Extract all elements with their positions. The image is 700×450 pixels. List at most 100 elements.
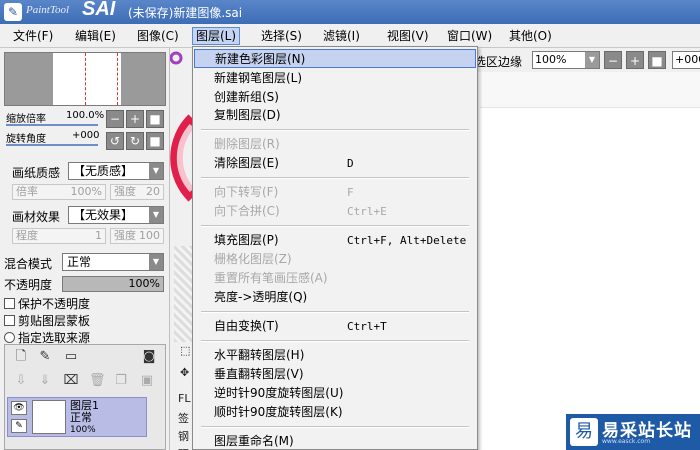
menu-item-label: 向下转写(F) [214,185,279,199]
menu-image[interactable]: 图像(C) [134,27,182,45]
menu-item-reset-pressure[interactable]: 重置所有笔画压感(A) [194,269,476,288]
menu-select[interactable]: 选择(S) [258,27,305,45]
duplicate-layer-icon[interactable]: ❐ [113,373,129,389]
menu-item-new-color-layer[interactable]: 新建色彩图层(N) [194,49,476,68]
menu-item-label: 填充图层(P) [214,233,279,247]
canvas[interactable] [480,72,700,450]
menu-edit[interactable]: 编辑(E) [72,27,119,45]
menu-view[interactable]: 视图(V) [384,27,432,45]
menu-item-rotate-cw[interactable]: 顺时针90度旋转图层(K) [194,403,476,422]
zoom-select-value: 100% [535,53,567,66]
rotate-value: +000 [72,130,100,141]
rasterize-layer-icon[interactable]: ▣ [139,373,155,389]
menu-item-merge-down[interactable]: 向下合拼(C) Ctrl+E [194,202,476,221]
menu-item-new-pen-layer[interactable]: 新建钢笔图层(L) [194,69,476,88]
layer-mode: 正常 [70,411,92,424]
material-effect-select[interactable]: 【无效果】 ▼ [68,206,164,224]
zoom-select[interactable]: 100% ▼ [532,51,600,69]
menu-item-delete-layer[interactable]: 删除图层(R) [194,135,476,154]
new-folder-icon[interactable]: ▭ [63,349,79,365]
menu-item-rotate-ccw[interactable]: 逆时针90度旋转图层(U) [194,384,476,403]
menu-item-clear-layer[interactable]: 清除图层(E) D [194,154,476,173]
menu-item-label: 顺时针90度旋转图层(K) [214,405,343,419]
clear-layer-icon[interactable]: ⌧ [63,373,79,389]
effect-width-value: 1 [95,229,102,242]
color-wheel[interactable] [170,48,192,248]
zoom-out-button[interactable]: − [604,51,622,69]
tool-label-fl: FL [178,392,191,405]
chevron-down-icon[interactable]: ▼ [149,207,163,223]
zoom-fit-button[interactable]: ■ [146,110,164,128]
zoom-plus-button[interactable]: + [126,110,144,128]
effect-strength-value: 100 [139,229,160,242]
paper-scale-label: 倍率 [16,185,38,198]
menu-layer[interactable]: 图层(L) [192,27,241,45]
layer-panel: 🗋 ✎ ▭ ◙ ⇩ ⇓ ⌧ 🗑 ❐ ▣ 👁 ✎ 图层1 正常 100% [4,344,166,450]
effect-strength-label: 强度 [114,229,136,242]
menu-item-duplicate-layer[interactable]: 复制图层(D) [194,106,476,125]
protect-opacity-label: 保护不透明度 [18,297,91,311]
menu-item-label: 栅格化图层(Z) [214,252,292,266]
blend-mode-select[interactable]: 正常 ▼ [62,253,164,271]
delete-layer-icon[interactable]: 🗑 [89,373,106,389]
effect-width-label: 程度 [16,229,38,242]
menu-item-flip-vertical[interactable]: 垂直翻转图层(V) [194,365,476,384]
menu-bar: 文件(F) 编辑(E) 图像(C) 图层(L) 选择(S) 滤镜(I) 视图(V… [0,24,700,48]
menu-filter[interactable]: 滤镜(I) [320,27,363,45]
menu-item-shortcut: D [347,157,354,170]
watermark-url: www.easck.com [602,438,651,445]
zoom-in-button[interactable]: + [626,51,644,69]
rotate-cw-button[interactable]: ↻ [126,132,144,150]
navigator-preview[interactable] [4,52,166,106]
chevron-down-icon[interactable]: ▼ [585,52,599,68]
menu-item-transfer-down[interactable]: 向下转写(F) F [194,183,476,202]
transfer-down-icon[interactable]: ⇩ [13,373,29,389]
rotate-ccw-button[interactable]: ↺ [106,132,124,150]
menu-item-rename-layer[interactable]: 图层重命名(M) [194,432,476,450]
zoom-slider[interactable] [6,124,98,126]
menu-item-new-group[interactable]: 创建新组(S) [194,88,476,107]
new-layer-icon[interactable]: 🗋 [13,349,29,365]
rotate-reset-button[interactable]: ■ [146,132,164,150]
menu-item-fill-layer[interactable]: 填充图层(P) Ctrl+F, Alt+Delete [194,231,476,250]
layer-row[interactable]: 👁 ✎ 图层1 正常 100% [7,397,147,437]
selection-tool-icon[interactable]: ⬚ [180,344,190,357]
menu-file[interactable]: 文件(F) [10,27,56,45]
menu-window[interactable]: 窗口(W) [444,27,495,45]
mask-icon[interactable]: ◙ [141,349,157,365]
zoom-reset-button[interactable]: ■ [648,51,666,69]
menu-item-free-transform[interactable]: 自由变换(T) Ctrl+T [194,317,476,336]
tool-label-2: 钢 [178,430,189,443]
eye-icon[interactable]: 👁 [11,401,27,415]
menu-separator [201,225,469,227]
material-effect-label: 画材效果 [12,210,61,224]
tool-palette[interactable] [174,246,194,342]
menu-item-luminance-to-opacity[interactable]: 亮度->透明度(Q) [194,288,476,307]
menu-item-flip-horizontal[interactable]: 水平翻转图层(H) [194,346,476,365]
opacity-slider[interactable]: 100% [62,276,164,292]
clip-group-checkbox[interactable] [4,315,15,326]
chevron-down-icon[interactable]: ▼ [149,254,163,270]
chevron-down-icon[interactable]: ▼ [149,163,163,179]
zoom-minus-button[interactable]: − [106,110,124,128]
blend-mode-label: 混合模式 [4,257,53,271]
menu-separator [201,129,469,131]
menu-item-label: 删除图层(R) [214,137,280,151]
menu-other[interactable]: 其他(O) [506,27,555,45]
menu-item-shortcut: Ctrl+F, Alt+Delete [347,234,467,247]
menu-item-label: 复制图层(D) [214,108,281,122]
paper-texture-select[interactable]: 【无质感】 ▼ [68,162,164,180]
menu-item-label: 图层重命名(M) [214,434,294,448]
move-tool-icon[interactable]: ✥ [180,366,189,379]
pencil-icon[interactable]: ✎ [11,419,27,433]
menu-separator [201,426,469,428]
rotation-field[interactable]: +000 [672,51,700,69]
selection-source-radio[interactable] [4,332,15,343]
protect-opacity-checkbox[interactable] [4,298,15,309]
view-toolbar: 选区边缘 100% ▼ − + ■ +000 [470,48,700,72]
menu-item-rasterize-layer[interactable]: 栅格化图层(Z) [194,250,476,269]
selection-edge-label[interactable]: 选区边缘 [474,53,522,70]
new-pen-layer-icon[interactable]: ✎ [37,349,53,365]
merge-down-icon[interactable]: ⇓ [37,373,53,389]
rotate-slider[interactable] [6,144,98,146]
